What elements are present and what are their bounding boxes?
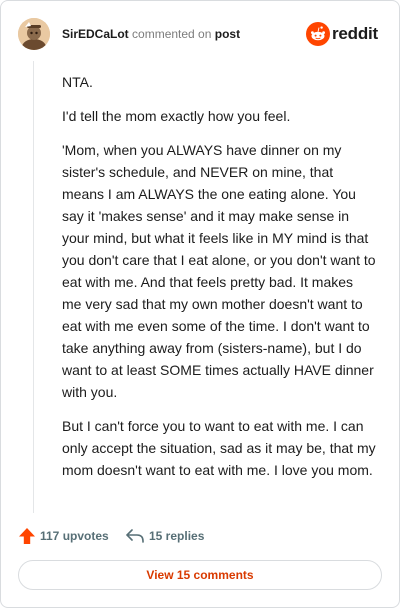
comment-body: NTA. I'd tell the mom exactly how you fe… (62, 71, 376, 493)
thread-line[interactable] (33, 61, 34, 513)
reddit-snoo-icon (306, 22, 330, 46)
comment-card: SirEDCaLot commented on post reddit NTA.… (0, 0, 400, 608)
comment-header: SirEDCaLot commented on post reddit (18, 18, 382, 50)
reddit-logo[interactable]: reddit (306, 22, 382, 46)
replies-button[interactable]: 15 replies (125, 525, 204, 547)
reply-count: 15 replies (149, 529, 205, 543)
comment-paragraph: 'Mom, when you ALWAYS have dinner on my … (62, 142, 376, 400)
upvote-arrow-icon (19, 528, 35, 544)
avatar-image (18, 18, 50, 50)
comment-paragraph: NTA. (62, 74, 93, 90)
view-comments-button[interactable]: View 15 comments (18, 560, 382, 590)
commented-on-text: commented on (132, 27, 212, 41)
author-line: SirEDCaLot commented on post (62, 27, 240, 41)
comment-actions: 117 upvotes 15 replies (18, 525, 382, 547)
comment-paragraph: But I can't force you to want to eat wit… (62, 418, 376, 478)
reddit-wordmark: reddit (332, 24, 379, 43)
author-name[interactable]: SirEDCaLot (62, 27, 129, 41)
comment-paragraph: I'd tell the mom exactly how you feel. (62, 108, 291, 124)
upvote-button[interactable]: 117 upvotes (18, 525, 109, 547)
post-link[interactable]: post (215, 27, 240, 41)
upvote-count: 117 upvotes (40, 529, 109, 543)
avatar[interactable] (18, 18, 50, 50)
reply-arrow-icon (126, 529, 144, 543)
